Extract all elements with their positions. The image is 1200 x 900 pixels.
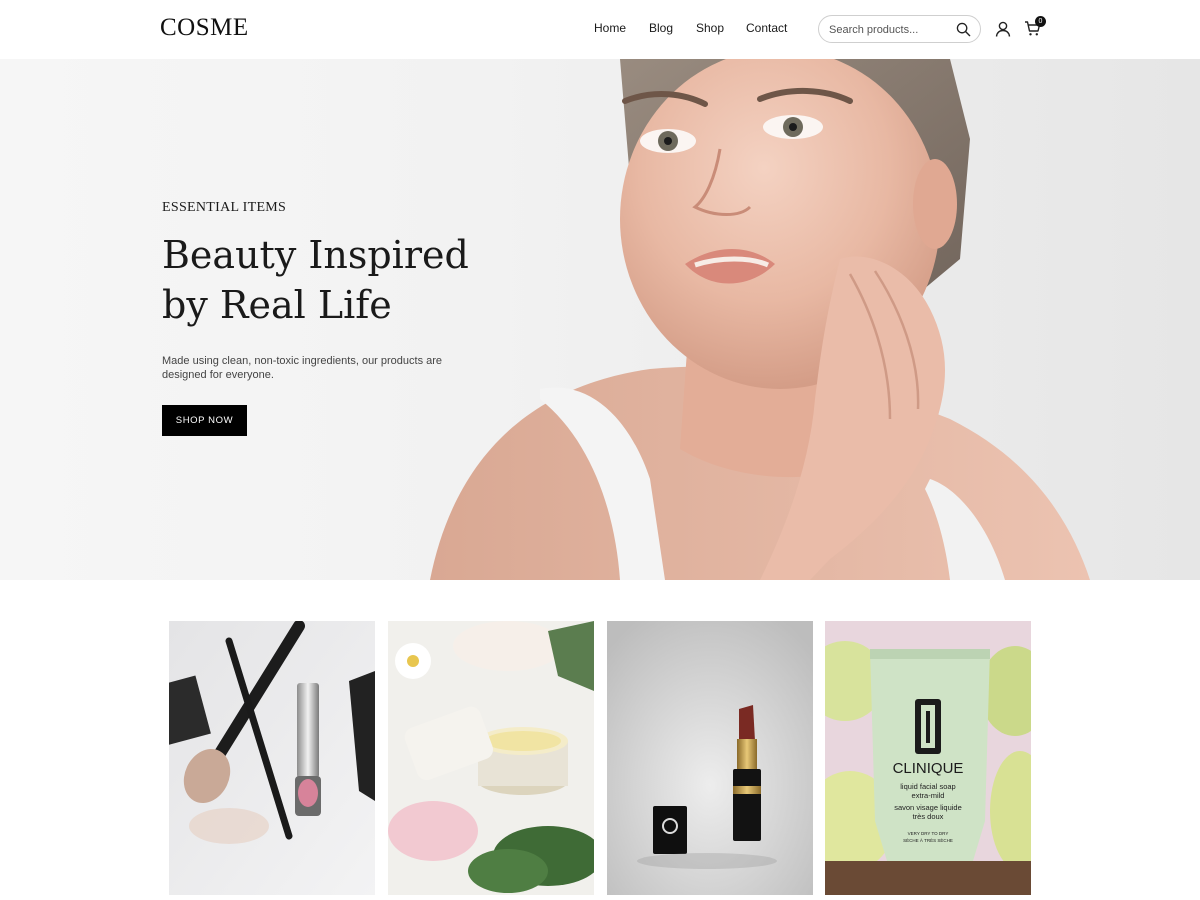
nav-blog[interactable]: Blog bbox=[649, 21, 673, 35]
tube-line-5: VERY DRY TO DRY bbox=[908, 831, 949, 836]
product-tile-makeup-brushes[interactable] bbox=[169, 621, 375, 895]
site-logo[interactable]: COSME bbox=[160, 14, 249, 42]
product-tile-cream-jar[interactable] bbox=[388, 621, 594, 895]
hero-title-line-2: by Real Life bbox=[162, 283, 392, 327]
hero-title-line-1: Beauty Inspired bbox=[162, 233, 469, 277]
hero-description: Made using clean, non-toxic ingredients,… bbox=[162, 355, 443, 381]
cream-jar-image bbox=[388, 621, 594, 895]
product-tile-lipstick[interactable] bbox=[607, 621, 813, 895]
tube-line-3: savon visage liquide bbox=[894, 803, 962, 812]
tube-line-2: extra-mild bbox=[912, 791, 945, 800]
nav-contact[interactable]: Contact bbox=[746, 21, 787, 35]
makeup-brushes-image bbox=[169, 621, 375, 895]
lipstick-image bbox=[607, 621, 813, 895]
search-icon[interactable] bbox=[956, 22, 971, 37]
user-icon[interactable] bbox=[995, 21, 1011, 37]
cart-count-badge: 0 bbox=[1035, 16, 1046, 27]
nav-home[interactable]: Home bbox=[594, 21, 626, 35]
tube-line-6: SÈCHE À TRÈS SÈCHE bbox=[903, 837, 953, 843]
product-tile-facial-soap[interactable]: CLINIQUE liquid facial soap extra-mild s… bbox=[825, 621, 1031, 895]
hero-eyebrow: ESSENTIAL ITEMS bbox=[162, 200, 287, 215]
hero-model-image bbox=[430, 59, 1090, 580]
search-box bbox=[818, 15, 981, 43]
nav-shop[interactable]: Shop bbox=[696, 21, 724, 35]
site-header: COSME Home Blog Shop Contact 0 bbox=[0, 0, 1200, 59]
shop-now-button[interactable]: SHOP NOW bbox=[162, 405, 247, 436]
hero-title: Beauty Inspired by Real Life bbox=[162, 230, 482, 330]
tube-line-1: liquid facial soap bbox=[900, 782, 955, 791]
tube-line-4: très doux bbox=[913, 812, 944, 821]
hero-banner: ESSENTIAL ITEMS Beauty Inspired by Real … bbox=[0, 59, 1200, 580]
hero-content: ESSENTIAL ITEMS Beauty Inspired by Real … bbox=[162, 200, 482, 382]
search-input[interactable] bbox=[829, 21, 949, 38]
tube-brand-text: CLINIQUE bbox=[893, 760, 964, 777]
facial-soap-image: CLINIQUE liquid facial soap extra-mild s… bbox=[825, 621, 1031, 895]
product-tiles: CLINIQUE liquid facial soap extra-mild s… bbox=[169, 621, 1031, 895]
